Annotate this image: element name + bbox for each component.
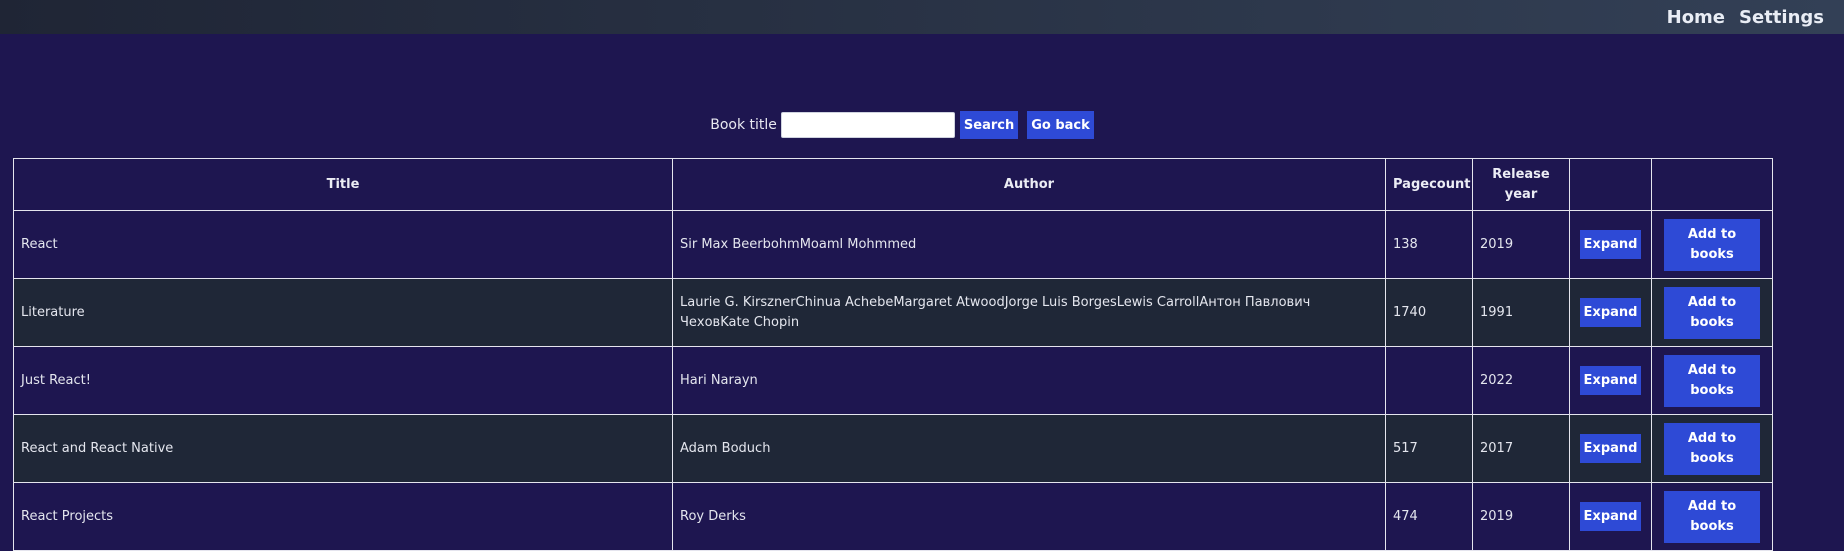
header-release-year: Release year [1472,158,1570,211]
cell-release-year: 1991 [1472,278,1570,347]
cell-author: Roy Derks [672,482,1386,551]
header-pagecount: Pagecount [1385,158,1473,211]
cell-title: React Projects [13,482,673,551]
top-navbar: Home Settings [0,0,1844,34]
add-to-books-button[interactable]: Add to books [1664,354,1760,407]
cell-release-year: 2019 [1472,210,1570,279]
book-title-input[interactable] [780,112,955,138]
cell-expand: Expand [1569,414,1652,483]
header-title: Title [13,158,673,211]
books-table: Title Author Pagecount Release year Reac… [13,158,1773,551]
table-row: React Projects Roy Derks 474 2019 Expand… [13,482,1773,551]
cell-title: Just React! [13,346,673,415]
cell-pagecount: 138 [1385,210,1473,279]
cell-author: Sir Max BeerbohmMoaml Mohmmed [672,210,1386,279]
cell-pagecount: 474 [1385,482,1473,551]
cell-add: Add to books [1651,278,1773,347]
header-expand [1569,158,1652,211]
cell-author: Hari Narayn [672,346,1386,415]
nav-home-link[interactable]: Home [1667,7,1725,28]
cell-expand: Expand [1569,278,1652,347]
nav-settings-link[interactable]: Settings [1739,7,1824,28]
cell-add: Add to books [1651,482,1773,551]
add-to-books-button[interactable]: Add to books [1664,286,1760,339]
cell-author: Adam Boduch [672,414,1386,483]
cell-add: Add to books [1651,346,1773,415]
table-row: Just React! Hari Narayn 2022 Expand Add … [13,346,1773,415]
header-author: Author [672,158,1386,211]
cell-pagecount: 1740 [1385,278,1473,347]
expand-button[interactable]: Expand [1579,434,1642,463]
cell-expand: Expand [1569,210,1652,279]
add-to-books-button[interactable]: Add to books [1664,422,1760,475]
expand-button[interactable]: Expand [1579,298,1642,327]
search-button[interactable]: Search [959,111,1019,139]
cell-add: Add to books [1651,414,1773,483]
cell-title: Literature [13,278,673,347]
cell-pagecount: 517 [1385,414,1473,483]
table-row: React Sir Max BeerbohmMoaml Mohmmed 138 … [13,210,1773,279]
expand-button[interactable]: Expand [1579,502,1642,531]
expand-button[interactable]: Expand [1579,230,1642,259]
cell-add: Add to books [1651,210,1773,279]
cell-expand: Expand [1569,346,1652,415]
cell-pagecount [1385,346,1473,415]
header-add [1651,158,1773,211]
cell-release-year: 2017 [1472,414,1570,483]
cell-title: React [13,210,673,279]
add-to-books-button[interactable]: Add to books [1664,490,1760,543]
search-bar: Book title Search Go back [0,111,1824,139]
cell-expand: Expand [1569,482,1652,551]
cell-release-year: 2019 [1472,482,1570,551]
cell-release-year: 2022 [1472,346,1570,415]
go-back-button[interactable]: Go back [1027,111,1094,139]
cell-author: Laurie G. KirsznerChinua AchebeMargaret … [672,278,1386,347]
table-row: Literature Laurie G. KirsznerChinua Ache… [13,278,1773,347]
search-label: Book title [710,117,777,133]
table-header-row: Title Author Pagecount Release year [13,158,1773,211]
add-to-books-button[interactable]: Add to books [1664,218,1760,271]
table-row: React and React Native Adam Boduch 517 2… [13,414,1773,483]
cell-title: React and React Native [13,414,673,483]
expand-button[interactable]: Expand [1579,366,1642,395]
